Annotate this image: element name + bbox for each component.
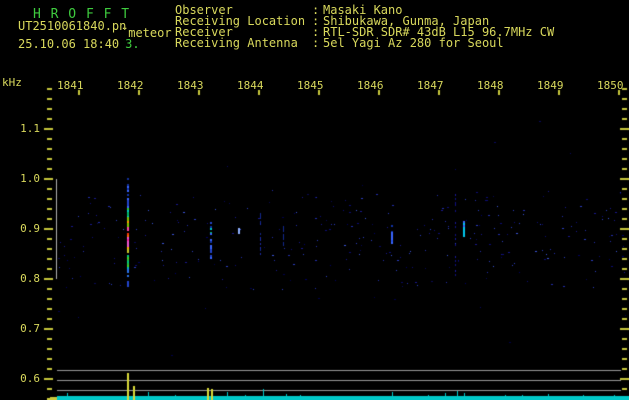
time-tick-label: 1850 [597, 79, 624, 92]
time-tick-label: 1849 [537, 79, 564, 92]
freq-tick-label: 0.6 [0, 372, 40, 385]
hrofft-screen: H R O F F T UT2510061840.pn ¨meteor 25.1… [0, 0, 629, 400]
info-colon: : [312, 37, 323, 49]
datetime-line: 25.10.06 18:40 3. [18, 38, 140, 50]
info-value: 5el Yagi Az 280 for Seoul [323, 37, 504, 49]
freq-tick-label: 0.7 [0, 322, 40, 335]
freq-unit-label: kHz [2, 77, 22, 88]
time-tick-label: 1845 [297, 79, 324, 92]
freq-tick-label: 0.8 [0, 272, 40, 285]
meteor-count: 3. [125, 37, 139, 51]
time-tick-label: 1842 [117, 79, 144, 92]
time-tick-label: 1848 [477, 79, 504, 92]
freq-tick-label: 0.9 [0, 222, 40, 235]
time-tick-label: 1847 [417, 79, 444, 92]
info-label: Receiving Antenna [175, 37, 312, 49]
time-tick-label: 1841 [57, 79, 84, 92]
station-info: Observer:Masaki KanoReceiving Location:S… [175, 4, 554, 48]
time-tick-label: 1843 [177, 79, 204, 92]
freq-tick-label: 1.0 [0, 172, 40, 185]
datetime-label: 25.10.06 18:40 [18, 37, 119, 51]
info-row: Receiving Antenna:5el Yagi Az 280 for Se… [175, 37, 554, 48]
freq-tick-label: 1.1 [0, 122, 40, 135]
filename-label: UT2510061840.pn [18, 20, 126, 32]
time-tick-label: 1844 [237, 79, 264, 92]
spectrogram-canvas [0, 0, 629, 400]
time-tick-label: 1846 [357, 79, 384, 92]
